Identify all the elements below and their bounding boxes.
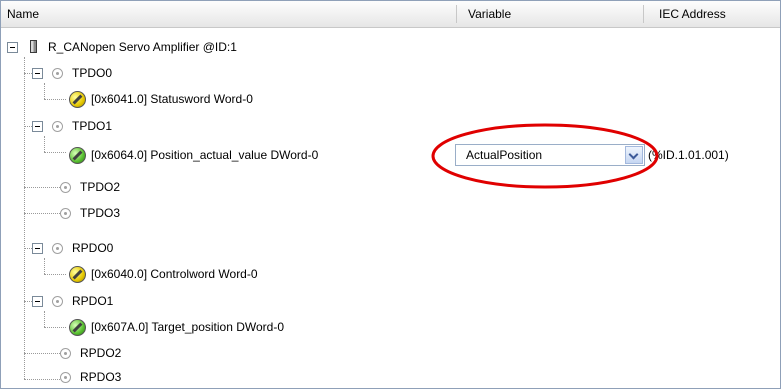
pdo-circle-icon — [52, 121, 63, 132]
tree-node-label: TPDO3 — [80, 206, 121, 220]
iec-address-value: (%ID.1.01.001) — [648, 148, 729, 162]
collapse-icon[interactable] — [32, 296, 43, 307]
tree-node-rpdo1[interactable]: RPDO1 — [1, 288, 780, 314]
pdo-circle-icon — [60, 348, 71, 359]
tree-node-tpdo3[interactable]: TPDO3 — [1, 200, 780, 226]
tree-node-object[interactable]: [0x6040.0] Controlword Word-0 — [1, 261, 780, 287]
tree-node-label: [0x6064.0] Position_actual_value DWord-0 — [91, 148, 319, 162]
column-header-variable[interactable]: Variable — [468, 1, 511, 27]
object-status-green-icon — [69, 147, 86, 164]
variable-combobox[interactable]: ActualPosition — [455, 144, 645, 166]
variable-value: ActualPosition — [466, 148, 543, 162]
pdo-circle-icon — [60, 182, 71, 193]
pdo-circle-icon — [52, 243, 63, 254]
tree-node-label: TPDO1 — [72, 119, 113, 133]
tree-node-tpdo2[interactable]: TPDO2 — [1, 174, 780, 200]
pdo-circle-icon — [52, 296, 63, 307]
collapse-icon[interactable] — [7, 42, 18, 53]
column-header: Name Variable IEC Address — [1, 1, 780, 28]
object-status-green-icon — [69, 319, 86, 336]
pdo-circle-icon — [60, 208, 71, 219]
pdo-mapping-tree-view: Name Variable IEC Address R_CANopen Serv… — [0, 0, 781, 389]
collapse-icon[interactable] — [32, 121, 43, 132]
tree-node-device[interactable]: R_CANopen Servo Amplifier @ID:1 — [1, 34, 780, 60]
tree-node-label: R_CANopen Servo Amplifier @ID:1 — [48, 40, 237, 54]
tree-node-tpdo0[interactable]: TPDO0 — [1, 60, 780, 86]
collapse-icon[interactable] — [32, 68, 43, 79]
column-divider[interactable] — [456, 5, 457, 23]
tree-node-label: TPDO2 — [80, 180, 121, 194]
tree-node-label: [0x6040.0] Controlword Word-0 — [91, 267, 258, 281]
tree-node-object[interactable]: [0x607A.0] Target_position DWord-0 — [1, 314, 780, 340]
tree-node-rpdo3[interactable]: RPDO3 — [1, 364, 780, 390]
tree-node-label: TPDO0 — [72, 66, 113, 80]
column-header-name[interactable]: Name — [7, 1, 39, 27]
tree-node-label: RPDO2 — [80, 346, 122, 360]
chevron-down-icon[interactable] — [625, 146, 643, 164]
pdo-circle-icon — [52, 68, 63, 79]
tree-node-label: RPDO0 — [72, 241, 114, 255]
tree-node-label: [0x6041.0] Statusword Word-0 — [91, 92, 253, 106]
column-divider[interactable] — [643, 5, 644, 23]
column-header-iec-address[interactable]: IEC Address — [659, 1, 726, 27]
tree-node-label: RPDO1 — [72, 294, 114, 308]
tree-node-label: [0x607A.0] Target_position DWord-0 — [91, 320, 285, 334]
collapse-icon[interactable] — [32, 243, 43, 254]
tree-node-rpdo0[interactable]: RPDO0 — [1, 235, 780, 261]
pdo-circle-icon — [60, 372, 71, 383]
object-status-yellow-icon — [69, 91, 86, 108]
tree-node-object[interactable]: [0x6041.0] Statusword Word-0 — [1, 86, 780, 112]
device-module-icon — [30, 40, 37, 53]
tree-node-tpdo1[interactable]: TPDO1 — [1, 113, 780, 139]
tree-node-rpdo2[interactable]: RPDO2 — [1, 340, 780, 366]
tree-node-label: RPDO3 — [80, 370, 122, 384]
object-status-yellow-icon — [69, 266, 86, 283]
